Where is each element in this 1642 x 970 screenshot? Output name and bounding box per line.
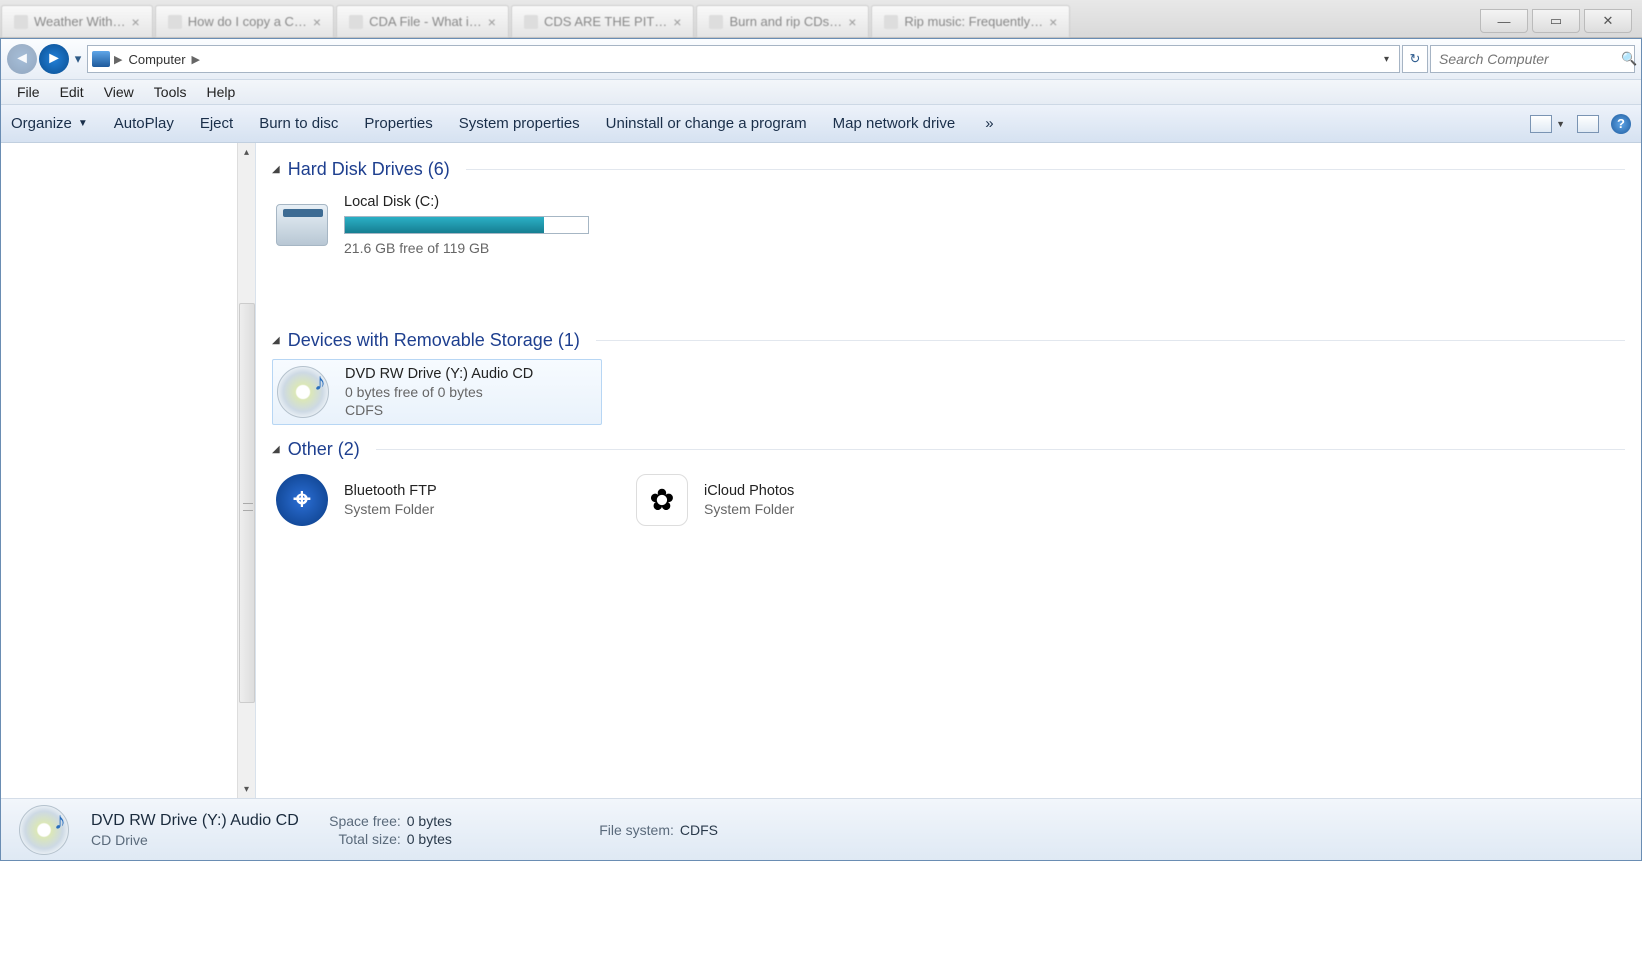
address-dropdown[interactable]: ▾: [1378, 54, 1395, 65]
collapse-icon[interactable]: ◢: [272, 164, 280, 175]
tab-5[interactable]: Rip music: Frequently…×: [871, 5, 1070, 37]
scroll-down-button[interactable]: ▾: [238, 780, 255, 798]
scroll-thumb[interactable]: [239, 303, 255, 703]
minimize-button[interactable]: —: [1480, 9, 1528, 33]
close-icon[interactable]: ×: [848, 14, 856, 30]
close-icon[interactable]: ×: [1049, 14, 1057, 30]
properties-button[interactable]: Properties: [364, 115, 432, 132]
filesystem-label: File system:: [594, 822, 674, 838]
tab-0[interactable]: Weather With…×: [1, 5, 153, 37]
icloud-photos-icon: ✿: [636, 474, 688, 526]
organize-button[interactable]: Organize▼: [11, 115, 88, 132]
close-button[interactable]: ✕: [1584, 9, 1632, 33]
close-icon[interactable]: ×: [673, 14, 681, 30]
explorer-window: ◄ ► ▾ ▶ Computer ▶ ▾ ↻ 🔍 File Edit View …: [0, 38, 1642, 861]
space-free-label: Space free:: [321, 813, 401, 829]
item-icloud-photos[interactable]: ✿ iCloud Photos System Folder: [632, 468, 962, 532]
refresh-button[interactable]: ↻: [1402, 45, 1428, 73]
close-icon[interactable]: ×: [313, 14, 321, 30]
item-bluetooth-ftp[interactable]: ⌖ Bluetooth FTP System Folder: [272, 468, 602, 532]
back-button[interactable]: ◄: [7, 44, 37, 74]
forward-button[interactable]: ►: [39, 44, 69, 74]
item-name: Bluetooth FTP: [344, 483, 437, 499]
chevron-down-icon: ▼: [78, 118, 88, 129]
tab-1[interactable]: How do I copy a C…×: [155, 5, 334, 37]
nav-history-dropdown[interactable]: ▾: [71, 45, 85, 73]
status-type: CD Drive: [91, 832, 299, 848]
content-pane[interactable]: ◢ Hard Disk Drives (6) Local Disk (C:) 2…: [256, 143, 1641, 798]
collapse-icon[interactable]: ◢: [272, 444, 280, 455]
autoplay-button[interactable]: AutoPlay: [114, 115, 174, 132]
filesystem-value: CDFS: [680, 822, 718, 838]
view-options-button[interactable]: ▼: [1530, 115, 1565, 133]
close-icon[interactable]: ×: [132, 14, 140, 30]
usage-bar: [344, 216, 589, 234]
drive-name: DVD RW Drive (Y:) Audio CD: [345, 366, 533, 382]
group-other[interactable]: ◢ Other (2): [272, 439, 1625, 460]
breadcrumb-computer[interactable]: Computer: [122, 50, 191, 69]
total-size-value: 0 bytes: [407, 831, 452, 847]
menu-tools[interactable]: Tools: [146, 82, 195, 102]
chevron-right-icon[interactable]: ▶: [114, 53, 122, 66]
cd-drive-icon: [277, 366, 329, 418]
command-bar: Organize▼ AutoPlay Eject Burn to disc Pr…: [1, 105, 1641, 143]
search-box[interactable]: 🔍: [1430, 45, 1635, 73]
search-input[interactable]: [1439, 51, 1621, 67]
map-network-drive-button[interactable]: Map network drive: [833, 115, 956, 132]
help-button[interactable]: ?: [1611, 114, 1631, 134]
menu-bar: File Edit View Tools Help: [1, 79, 1641, 105]
space-free-value: 0 bytes: [407, 813, 452, 829]
nav-bar: ◄ ► ▾ ▶ Computer ▶ ▾ ↻ 🔍: [1, 39, 1641, 79]
menu-edit[interactable]: Edit: [52, 82, 92, 102]
system-properties-button[interactable]: System properties: [459, 115, 580, 132]
tab-4[interactable]: Burn and rip CDs…×: [696, 5, 869, 37]
group-removable-storage[interactable]: ◢ Devices with Removable Storage (1): [272, 330, 1625, 351]
navigation-pane[interactable]: ▴ ▾: [1, 143, 256, 798]
item-sub: System Folder: [704, 501, 794, 517]
toolbar-overflow-button[interactable]: »: [985, 115, 993, 132]
burn-to-disc-button[interactable]: Burn to disc: [259, 115, 338, 132]
bluetooth-icon: ⌖: [276, 474, 328, 526]
menu-help[interactable]: Help: [198, 82, 243, 102]
address-bar[interactable]: ▶ Computer ▶ ▾: [87, 45, 1400, 73]
scroll-up-button[interactable]: ▴: [238, 143, 255, 161]
item-sub: System Folder: [344, 501, 437, 517]
eject-button[interactable]: Eject: [200, 115, 233, 132]
total-size-label: Total size:: [321, 831, 401, 847]
item-name: iCloud Photos: [704, 483, 794, 499]
hard-drive-icon: [276, 204, 328, 246]
window-controls: — ▭ ✕: [1476, 9, 1632, 37]
status-title: DVD RW Drive (Y:) Audio CD: [91, 812, 299, 830]
collapse-icon[interactable]: ◢: [272, 335, 280, 346]
drive-local-disk-c[interactable]: Local Disk (C:) 21.6 GB free of 119 GB: [272, 188, 602, 262]
details-pane: DVD RW Drive (Y:) Audio CD CD Drive Spac…: [1, 798, 1641, 860]
drive-free-text: 0 bytes free of 0 bytes: [345, 384, 533, 400]
drive-name: Local Disk (C:): [344, 194, 589, 210]
drive-free-text: 21.6 GB free of 119 GB: [344, 240, 589, 256]
tab-3[interactable]: CDS ARE THE PIT…×: [511, 5, 694, 37]
drive-dvd-rw[interactable]: DVD RW Drive (Y:) Audio CD 0 bytes free …: [272, 359, 602, 425]
group-hard-disk-drives[interactable]: ◢ Hard Disk Drives (6): [272, 159, 1625, 180]
menu-file[interactable]: File: [9, 82, 48, 102]
view-icon: [1530, 115, 1552, 133]
tab-2[interactable]: CDA File - What i…×: [336, 5, 509, 37]
maximize-button[interactable]: ▭: [1532, 9, 1580, 33]
search-icon[interactable]: 🔍: [1621, 51, 1637, 67]
uninstall-program-button[interactable]: Uninstall or change a program: [606, 115, 807, 132]
browser-tabs: Weather With…× How do I copy a C…× CDA F…: [0, 0, 1642, 38]
cd-drive-icon: [19, 805, 69, 855]
sidebar-scrollbar[interactable]: ▴ ▾: [237, 143, 255, 798]
preview-pane-button[interactable]: [1577, 115, 1599, 133]
drive-fs: CDFS: [345, 402, 533, 418]
menu-view[interactable]: View: [96, 82, 142, 102]
close-icon[interactable]: ×: [488, 14, 496, 30]
computer-icon: [92, 51, 110, 67]
chevron-right-icon[interactable]: ▶: [192, 53, 200, 66]
